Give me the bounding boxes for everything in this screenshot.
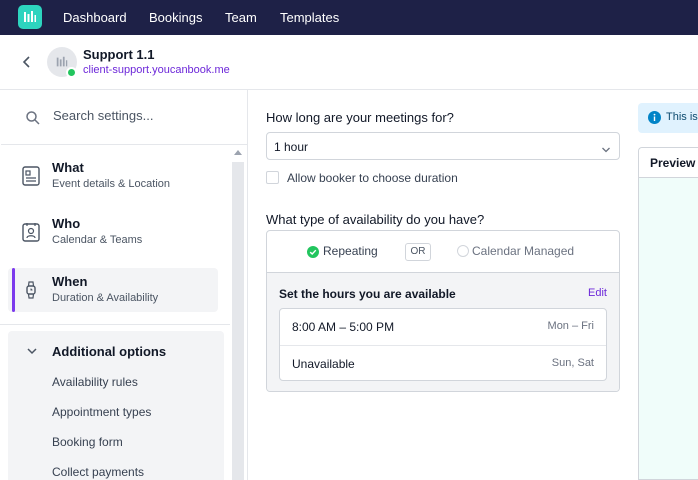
- hours-days: Mon – Fri: [547, 320, 594, 332]
- info-banner: This is: [638, 103, 698, 133]
- sidebar-item-subtitle: Event details & Location: [52, 178, 171, 190]
- sidebar-item-subtitle: Duration & Availability: [52, 292, 159, 304]
- preview-panel: Preview: [638, 147, 698, 480]
- edit-hours-link[interactable]: Edit: [588, 287, 607, 299]
- link-availability-rules[interactable]: Availability rules: [52, 375, 138, 389]
- search-input[interactable]: [53, 108, 233, 123]
- page-title: Support 1.1: [83, 47, 155, 62]
- info-text: This is: [666, 111, 698, 123]
- settings-sidebar: What Event details & Location Who Calend…: [0, 90, 248, 480]
- sidebar-scrollbar[interactable]: [232, 162, 244, 480]
- hours-days: Sun, Sat: [551, 357, 594, 369]
- preview-header: Preview: [639, 148, 698, 178]
- booking-url-link[interactable]: client-support.youcanbook.me: [83, 64, 230, 76]
- chevron-down-icon[interactable]: [26, 344, 38, 356]
- sidebar-item-subtitle: Calendar & Teams: [52, 234, 143, 246]
- hours-time: Unavailable: [292, 357, 355, 371]
- tab-calendar-managed[interactable]: Calendar Managed: [457, 244, 574, 258]
- calendar-bars-icon[interactable]: [18, 5, 42, 29]
- active-indicator: [12, 268, 15, 312]
- nav-dashboard[interactable]: Dashboard: [63, 0, 127, 35]
- hours-section: Set the hours you are available Edit 8:0…: [267, 272, 619, 391]
- settings-search: [1, 90, 247, 145]
- sidebar-item-who[interactable]: Who Calendar & Teams: [8, 210, 218, 254]
- search-icon: [25, 110, 41, 126]
- hours-time: 8:00 AM – 5:00 PM: [292, 320, 395, 334]
- scroll-up-arrow-icon[interactable]: [234, 150, 242, 155]
- duration-select[interactable]: 1 hour: [266, 132, 620, 160]
- divider: [0, 324, 230, 325]
- sidebar-item-title: What: [52, 160, 84, 175]
- hours-title: Set the hours you are available: [279, 287, 456, 301]
- additional-options-panel: Additional options Availability rules Ap…: [8, 331, 224, 480]
- chevron-down-icon: [601, 142, 611, 153]
- duration-label: How long are your meetings for?: [266, 110, 454, 125]
- allow-choose-duration-label: Allow booker to choose duration: [287, 171, 458, 185]
- top-nav: Dashboard Bookings Team Templates: [0, 0, 698, 35]
- availability-box: Repeating OR Calendar Managed Set the ho…: [266, 230, 620, 392]
- allow-choose-duration-checkbox[interactable]: [266, 171, 279, 184]
- sidebar-item-what[interactable]: What Event details & Location: [8, 154, 218, 198]
- availability-type-label: What type of availability do you have?: [266, 212, 485, 227]
- link-appointment-types[interactable]: Appointment types: [52, 405, 151, 419]
- chevron-left-icon[interactable]: [18, 53, 36, 71]
- or-badge: OR: [405, 243, 431, 261]
- hours-table: 8:00 AM – 5:00 PM Mon – Fri Unavailable …: [279, 308, 607, 381]
- sidebar-item-when[interactable]: When Duration & Availability: [8, 268, 218, 312]
- hours-row: 8:00 AM – 5:00 PM Mon – Fri: [280, 309, 606, 345]
- person-card-icon: [22, 222, 40, 242]
- document-icon: [22, 166, 40, 186]
- nav-bookings[interactable]: Bookings: [149, 0, 202, 35]
- hours-row: Unavailable Sun, Sat: [280, 345, 606, 381]
- sidebar-item-title: When: [52, 274, 88, 289]
- link-booking-form[interactable]: Booking form: [52, 435, 123, 449]
- nav-team[interactable]: Team: [225, 0, 257, 35]
- tab-repeating[interactable]: Repeating: [307, 244, 378, 258]
- preview-title: Preview: [650, 156, 696, 170]
- additional-options-toggle[interactable]: Additional options: [52, 344, 166, 359]
- nav-templates[interactable]: Templates: [280, 0, 339, 35]
- online-status-dot: [66, 67, 77, 78]
- sidebar-item-title: Who: [52, 216, 81, 231]
- info-icon: [648, 111, 661, 124]
- page-header: Support 1.1 client-support.youcanbook.me: [0, 35, 698, 90]
- link-collect-payments[interactable]: Collect payments: [52, 465, 144, 479]
- watch-icon: [22, 280, 40, 300]
- duration-value: 1 hour: [274, 140, 309, 154]
